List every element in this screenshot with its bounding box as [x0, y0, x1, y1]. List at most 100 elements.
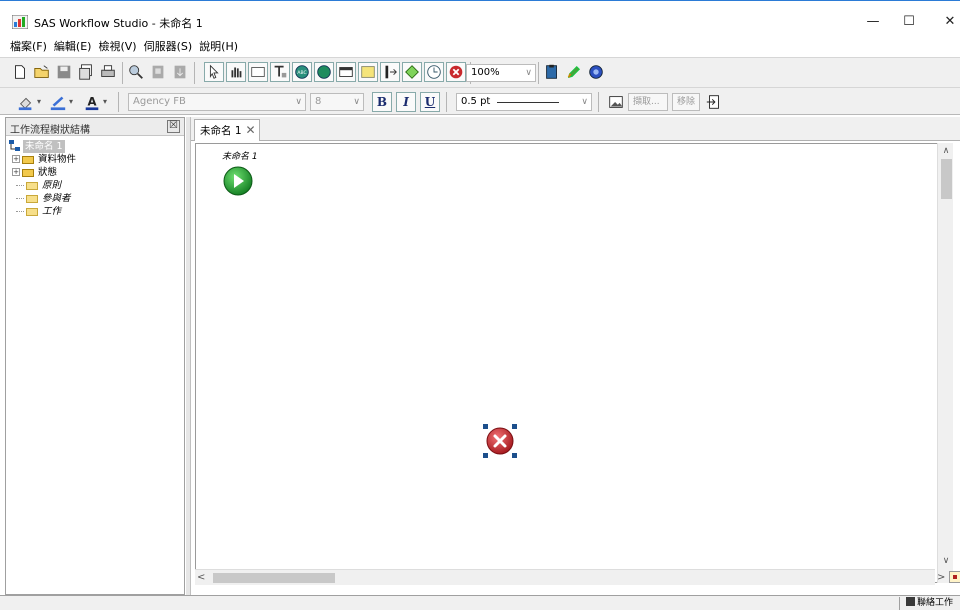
rectangle-icon[interactable] — [248, 62, 268, 82]
canvas-workflow-title: 未命名 1 — [222, 152, 258, 162]
selection-handle[interactable] — [512, 424, 517, 429]
zoom-select[interactable]: 100% ∨ — [466, 64, 536, 82]
pane-close-icon[interactable]: ☒ — [167, 120, 180, 133]
start-node-icon[interactable] — [223, 166, 253, 196]
zoom-value: 100% — [471, 67, 500, 78]
validate-icon[interactable] — [148, 62, 168, 82]
expand-icon[interactable]: + — [12, 168, 20, 176]
overview-toggle-icon[interactable] — [949, 571, 960, 583]
timer-icon[interactable] — [424, 62, 444, 82]
scroll-down-icon[interactable]: ∨ — [938, 553, 954, 569]
new-file-icon[interactable] — [10, 62, 30, 82]
pointer-icon[interactable] — [204, 62, 224, 82]
vertical-scroll-thumb[interactable] — [941, 159, 952, 199]
italic-button[interactable]: I — [396, 92, 416, 112]
selection-handle[interactable] — [512, 453, 517, 458]
format-toolbar: ▾ ▾ A ▾ Agency FB ∨ 8 ∨ B I U 0.5 pt ∨ 擷取..… — [0, 87, 960, 115]
folder-icon — [22, 156, 34, 164]
save-icon[interactable] — [54, 62, 74, 82]
chevron-down-icon: ∨ — [295, 97, 302, 107]
find-icon[interactable] — [126, 62, 146, 82]
image-icon[interactable] — [606, 92, 626, 112]
tree-item-participants[interactable]: 參與者 — [8, 192, 184, 205]
chevron-down-icon[interactable]: ▾ — [103, 97, 107, 106]
folder-icon — [26, 182, 38, 190]
remove-button[interactable]: 移除 — [672, 93, 700, 111]
terminate-node-icon — [486, 427, 514, 455]
chevron-down-icon[interactable]: ▾ — [69, 97, 73, 106]
tree-connector — [16, 211, 24, 212]
deploy-icon[interactable] — [170, 62, 190, 82]
hand-pan-icon[interactable] — [226, 62, 246, 82]
scroll-left-icon[interactable]: < — [197, 570, 211, 586]
tree-item-tasks[interactable]: 工作 — [8, 205, 184, 218]
app-icon — [12, 15, 28, 29]
data-object-icon[interactable] — [314, 62, 334, 82]
clipboard-icon[interactable] — [542, 62, 562, 82]
pen-icon[interactable] — [564, 62, 584, 82]
menu-server[interactable]: 伺服器(S) — [144, 38, 193, 54]
svg-text:ABC: ABC — [297, 70, 306, 76]
workflow-canvas[interactable]: 未命名 1 — [195, 143, 941, 583]
export-icon[interactable] — [704, 92, 724, 112]
font-color-icon[interactable]: A — [82, 92, 102, 112]
vertical-scrollbar[interactable]: ∧ ∨ — [937, 143, 953, 583]
chevron-down-icon: ∨ — [525, 68, 532, 78]
save-all-icon[interactable] — [76, 62, 96, 82]
menu-edit[interactable]: 編輯(E) — [54, 38, 92, 54]
selection-handle[interactable] — [483, 453, 488, 458]
terminate-icon[interactable] — [446, 62, 466, 82]
text-tool-icon[interactable] — [270, 62, 290, 82]
split-join-icon[interactable] — [380, 62, 400, 82]
toolbar-separator — [538, 62, 539, 84]
tree-item-statuses[interactable]: + 狀態 — [8, 166, 184, 179]
end-node[interactable] — [483, 424, 517, 458]
horizontal-scrollbar[interactable]: < > — [195, 569, 945, 586]
toolbar-separator — [194, 62, 195, 84]
folder-icon — [22, 169, 34, 177]
tree-item-label: 狀態 — [38, 167, 58, 178]
tree-item-label: 工作 — [42, 206, 62, 217]
pane-title: 工作流程樹狀結構 — [10, 125, 90, 136]
close-button[interactable]: ✕ — [927, 11, 960, 33]
horizontal-scroll-thumb[interactable] — [213, 573, 335, 583]
expand-icon[interactable]: + — [12, 155, 20, 163]
open-folder-icon[interactable] — [32, 62, 52, 82]
maximize-button[interactable]: ☐ — [886, 11, 932, 33]
menu-view[interactable]: 檢視(V) — [98, 38, 136, 54]
tree-item-policies[interactable]: 原則 — [8, 179, 184, 192]
decision-icon[interactable] — [402, 62, 422, 82]
chevron-down-icon[interactable]: ▾ — [37, 97, 41, 106]
line-color-icon[interactable] — [48, 92, 68, 112]
tab-untitled[interactable]: 未命名 1 ✕ — [194, 119, 260, 141]
activity-icon[interactable]: ABC — [292, 62, 312, 82]
menu-file[interactable]: 檔案(F) — [10, 38, 47, 54]
tree-root-label: 未命名 1 — [23, 140, 65, 153]
computer-icon — [906, 597, 915, 606]
menu-bar: 檔案(F) 編輯(E) 檢視(V) 伺服器(S) 說明(H) — [0, 36, 960, 56]
menu-help[interactable]: 說明(H) — [199, 38, 238, 54]
line-width-select[interactable]: 0.5 pt ∨ — [456, 93, 592, 111]
main-toolbar: ABC 100% ∨ — [0, 57, 960, 87]
tree-item-data-objects[interactable]: + 資料物件 — [8, 153, 184, 166]
bold-button[interactable]: B — [372, 92, 392, 112]
tree-root[interactable]: 未命名 1 — [8, 140, 184, 153]
fill-color-icon[interactable] — [16, 92, 36, 112]
globe-icon[interactable] — [586, 62, 606, 82]
title-bar: SAS Workflow Studio - 未命名 1 — ☐ ✕ — [0, 0, 960, 36]
selection-handle[interactable] — [483, 424, 488, 429]
underline-button[interactable]: U — [420, 92, 440, 112]
workflow-tree: 未命名 1 + 資料物件 + 狀態 原則 參與者 工作 — [8, 140, 184, 218]
retrieve-button[interactable]: 擷取... — [628, 93, 668, 111]
font-family-select[interactable]: Agency FB ∨ — [128, 93, 306, 111]
tab-close-icon[interactable]: ✕ — [246, 123, 256, 137]
workflow-tree-pane: 工作流程樹狀結構 ☒ 未命名 1 + 資料物件 + 狀態 原則 參與者 工作 — [5, 117, 185, 595]
window-icon[interactable] — [336, 62, 356, 82]
font-size-select[interactable]: 8 ∨ — [310, 93, 364, 111]
document-icon[interactable] — [358, 62, 378, 82]
tree-connector — [16, 198, 24, 199]
editor-area: 未命名 1 ✕ 未命名 1 ∧ ∨ < > — [190, 117, 960, 595]
print-icon[interactable] — [98, 62, 118, 82]
scroll-up-icon[interactable]: ∧ — [938, 143, 954, 159]
folder-icon — [26, 195, 38, 203]
